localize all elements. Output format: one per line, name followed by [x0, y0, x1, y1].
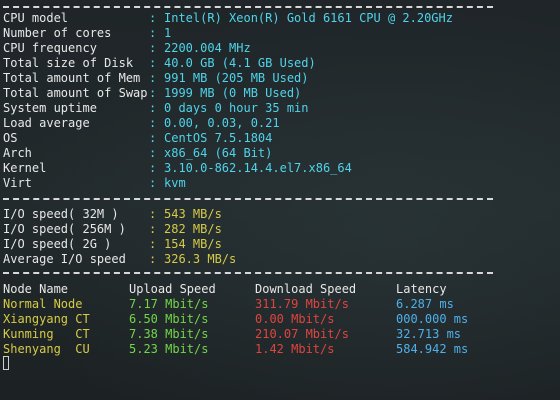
io-row-2g: I/O speed( 2G ) : 154 MB/s	[3, 237, 222, 252]
info-row-disk: Total size of Disk : 40.0 GB (4.1 GB Use…	[3, 56, 316, 71]
info-separator: :	[149, 86, 157, 100]
info-row-swap: Total amount of Swap : 1999 MB (0 MB Use…	[3, 86, 301, 101]
upload-speed: 7.17 Mbit/s	[129, 297, 209, 311]
info-label: Total amount of Swap	[3, 86, 148, 100]
node-name: Shenyang CU	[3, 342, 90, 356]
info-separator: :	[149, 176, 157, 190]
info-value: 40.0 GB (4.1 GB Used)	[164, 56, 316, 70]
io-row-32m: I/O speed( 32M ) : 543 MB/s	[3, 207, 222, 222]
info-value: x86_64 (64 Bit)	[164, 146, 273, 160]
io-value: 326.3 MB/s	[164, 252, 237, 266]
info-row-virt: Virt : kvm	[3, 176, 186, 191]
upload-speed: 7.38 Mbit/s	[129, 327, 209, 341]
header-download: Download Speed	[255, 282, 357, 296]
info-separator: :	[149, 26, 157, 40]
separator-line	[3, 198, 493, 200]
info-value: 2200.004 MHz	[164, 41, 251, 55]
table-row: Xiangyang CT 6.50 Mbit/s 0.00 Mbit/s 000…	[3, 312, 468, 327]
info-value: 991 MB (205 MB Used)	[164, 71, 309, 85]
separator-line	[3, 272, 493, 274]
io-row-average: Average I/O speed : 326.3 MB/s	[3, 252, 236, 267]
node-name: Normal Node	[3, 297, 83, 311]
latency: 000.000 ms	[396, 312, 469, 326]
info-row-cpu-model: CPU model : Intel(R) Xeon(R) Gold 6161 C…	[3, 11, 453, 26]
info-row-uptime: System uptime : 0 days 0 hour 35 min	[3, 101, 309, 116]
download-speed: 0.00 Mbit/s	[255, 312, 335, 326]
io-value: 282 MB/s	[164, 222, 222, 236]
io-separator: :	[149, 207, 157, 221]
info-value: 0.00, 0.03, 0.21	[164, 116, 280, 130]
separator-line	[3, 6, 493, 8]
io-separator: :	[149, 222, 157, 236]
io-label: I/O speed( 32M )	[3, 207, 119, 221]
io-label: I/O speed( 256M )	[3, 222, 126, 236]
info-label: Load average	[3, 116, 90, 130]
info-value: CentOS 7.5.1804	[164, 131, 273, 145]
latency: 584.942 ms	[396, 342, 469, 356]
info-separator: :	[149, 11, 157, 25]
info-row-kernel: Kernel : 3.10.0-862.14.4.el7.x86_64	[3, 161, 352, 176]
info-label: CPU model	[3, 11, 69, 25]
info-separator: :	[149, 161, 157, 175]
speed-table-header: Node Name Upload Speed Download Speed La…	[3, 282, 447, 297]
header-latency: Latency	[396, 282, 447, 296]
info-separator: :	[149, 146, 157, 160]
info-label: OS	[3, 131, 18, 145]
info-value: 1999 MB (0 MB Used)	[164, 86, 302, 100]
node-name: Xiangyang CT	[3, 312, 90, 326]
info-label: Number of cores	[3, 26, 112, 40]
upload-speed: 6.50 Mbit/s	[129, 312, 209, 326]
info-row-load: Load average : 0.00, 0.03, 0.21	[3, 116, 280, 131]
info-value: Intel(R) Xeon(R) Gold 6161 CPU @ 2.20GHz	[164, 11, 453, 25]
latency: 32.713 ms	[396, 327, 462, 341]
info-label: Kernel	[3, 161, 47, 175]
info-label: Arch	[3, 146, 32, 160]
info-value: 3.10.0-862.14.4.el7.x86_64	[164, 161, 352, 175]
io-label: Average I/O speed	[3, 252, 126, 266]
table-row: Normal Node 7.17 Mbit/s 311.79 Mbit/s 6.…	[3, 297, 454, 312]
io-row-256m: I/O speed( 256M ) : 282 MB/s	[3, 222, 222, 237]
info-separator: :	[149, 101, 157, 115]
io-label: I/O speed( 2G )	[3, 237, 112, 251]
info-label: Total amount of Mem	[3, 71, 141, 85]
info-separator: :	[149, 131, 157, 145]
download-speed: 311.79 Mbit/s	[255, 297, 349, 311]
info-row-cores: Number of cores : 1	[3, 26, 171, 41]
header-upload: Upload Speed	[129, 282, 216, 296]
info-label: CPU frequency	[3, 41, 97, 55]
info-separator: :	[149, 56, 157, 70]
info-label: Virt	[3, 176, 32, 190]
info-label: System uptime	[3, 101, 97, 115]
io-value: 154 MB/s	[164, 237, 222, 251]
table-row: Kunming CT 7.38 Mbit/s 210.07 Mbit/s 32.…	[3, 327, 461, 342]
info-row-arch: Arch : x86_64 (64 Bit)	[3, 146, 272, 161]
info-value: kvm	[164, 176, 186, 190]
info-value: 1	[164, 26, 172, 40]
info-separator: :	[149, 41, 157, 55]
io-separator: :	[149, 252, 157, 266]
io-value: 543 MB/s	[164, 207, 222, 221]
download-speed: 1.42 Mbit/s	[255, 342, 335, 356]
download-speed: 210.07 Mbit/s	[255, 327, 349, 341]
info-row-mem: Total amount of Mem : 991 MB (205 MB Use…	[3, 71, 309, 86]
info-row-cpu-frequency: CPU frequency : 2200.004 MHz	[3, 41, 251, 56]
info-separator: :	[149, 116, 157, 130]
info-separator: :	[149, 71, 157, 85]
info-value: 0 days 0 hour 35 min	[164, 101, 309, 115]
latency: 6.287 ms	[396, 297, 454, 311]
io-separator: :	[149, 237, 157, 251]
header-node: Node Name	[3, 282, 69, 296]
node-name: Kunming CT	[3, 327, 90, 341]
terminal-window[interactable]: CPU model : Intel(R) Xeon(R) Gold 6161 C…	[0, 0, 560, 400]
info-row-os: OS : CentOS 7.5.1804	[3, 131, 272, 146]
terminal-cursor	[3, 356, 9, 370]
upload-speed: 5.23 Mbit/s	[129, 342, 209, 356]
table-row: Shenyang CU 5.23 Mbit/s 1.42 Mbit/s 584.…	[3, 342, 468, 357]
info-label: Total size of Disk	[3, 56, 134, 70]
